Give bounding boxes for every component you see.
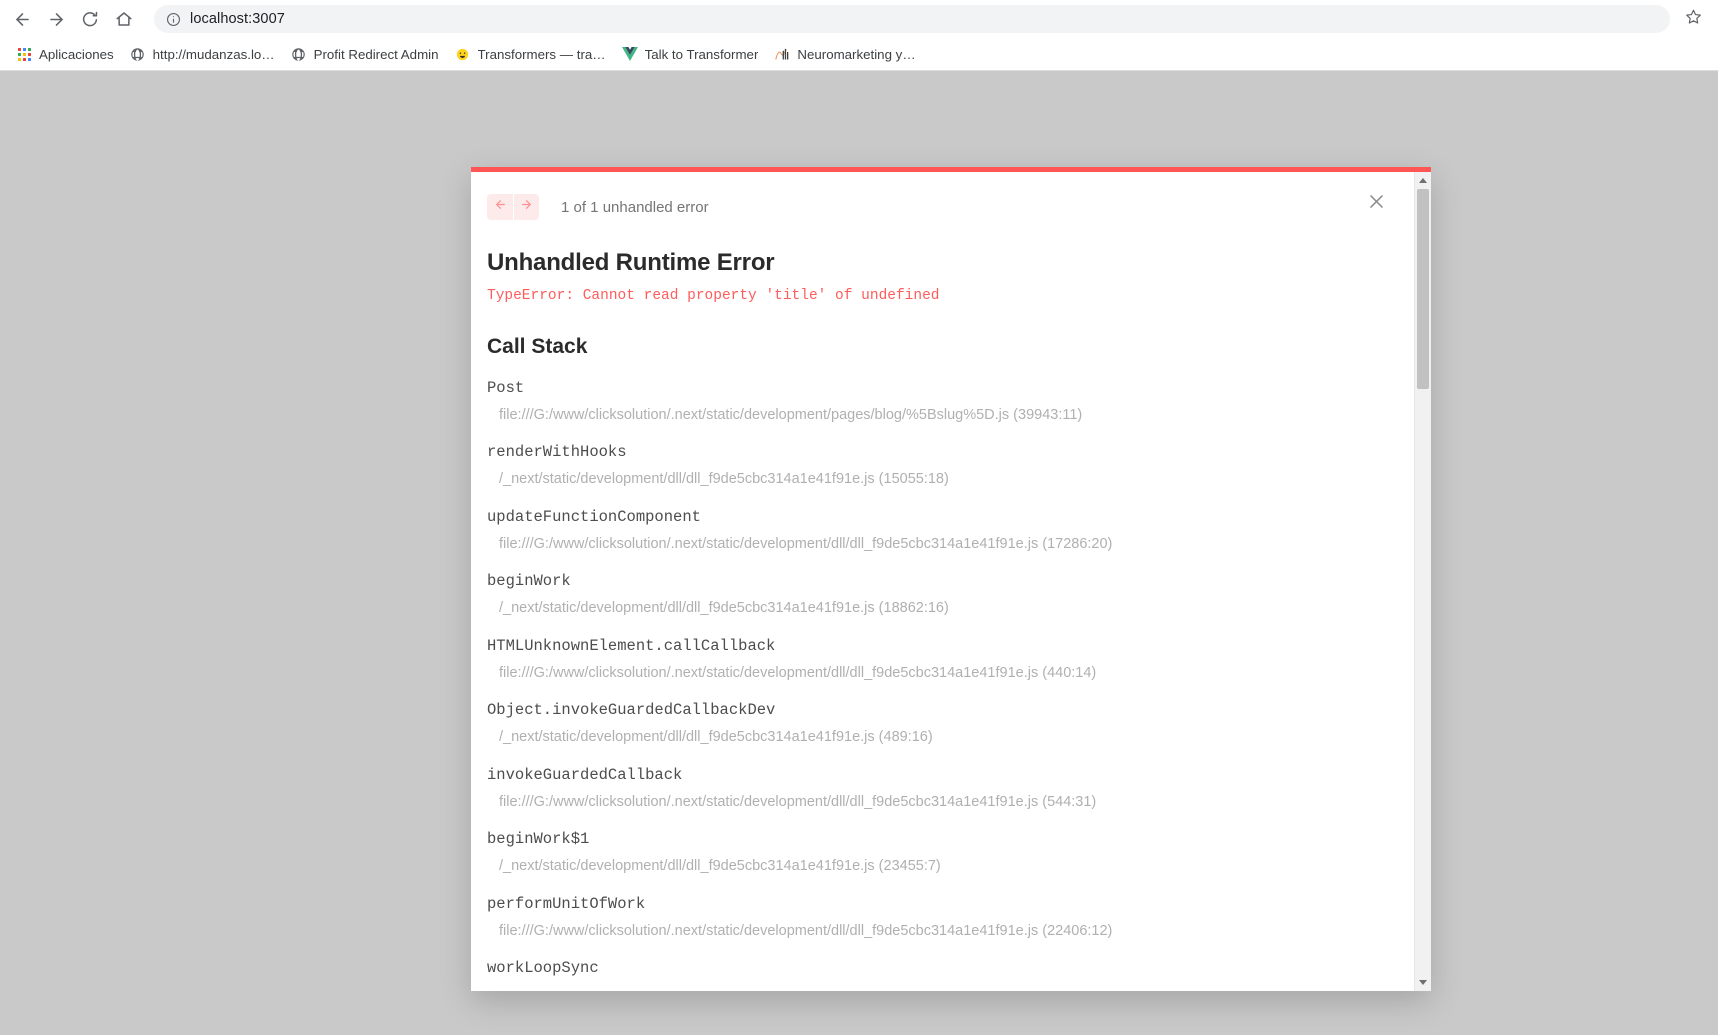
arrow-left-icon [13, 10, 32, 29]
error-title: Unhandled Runtime Error [487, 249, 775, 276]
call-stack-heading: Call Stack [487, 335, 588, 358]
scrollbar-thumb[interactable] [1417, 189, 1429, 389]
bookmark-talk-to-transformer[interactable]: Talk to Transformer [614, 42, 767, 66]
scrollbar-track[interactable] [1415, 189, 1431, 974]
stack-frame-location[interactable]: file:///G:/www/clicksolution/.next/stati… [487, 665, 1380, 682]
bookmark-label: http://mudanzas.lo… [152, 46, 275, 62]
stack-frame-function: renderWithHooks [487, 443, 627, 462]
stack-frame-function: updateFunctionComponent [487, 507, 701, 526]
bookmark-apps[interactable]: Aplicaciones [8, 42, 122, 66]
address-bar[interactable]: localhost:3007 [154, 5, 1670, 33]
stack-frame-function: invokeGuardedCallback [487, 765, 683, 784]
bookmark-label: Neuromarketing y… [797, 46, 916, 62]
arrow-left-icon [494, 198, 507, 216]
bookmark-label: Talk to Transformer [644, 46, 759, 62]
stack-frame[interactable]: workLoopSync [487, 960, 1380, 978]
error-message: TypeError: Cannot read property 'title' … [487, 288, 940, 304]
bookmark-neuromarketing[interactable]: Neuromarketing y… [766, 42, 923, 66]
stack-frame[interactable]: invokeGuardedCallback file:///G:/www/cli… [487, 765, 1380, 811]
stack-frame[interactable]: Object.invokeGuardedCallbackDev /_next/s… [487, 701, 1380, 746]
star-icon [1685, 8, 1702, 30]
error-nav-group [487, 194, 539, 220]
address-bar-text[interactable]: localhost:3007 [190, 11, 285, 27]
stack-frame-function: HTMLUnknownElement.callCallback [487, 636, 776, 655]
bookmark-star-button[interactable] [1678, 4, 1708, 34]
forward-button[interactable] [40, 3, 72, 35]
stack-frame[interactable]: updateFunctionComponent file:///G:/www/c… [487, 507, 1380, 553]
back-button[interactable] [6, 3, 38, 35]
scrollbar-up-button[interactable] [1415, 172, 1431, 189]
previous-error-button[interactable] [487, 194, 513, 220]
home-button[interactable] [108, 3, 140, 35]
stack-frame-function: workLoopSync [487, 959, 599, 978]
page-viewport: 1 of 1 unhandled error Unhandled Runtime… [0, 71, 1718, 1035]
stack-frame-function: beginWork [487, 572, 571, 591]
vue-icon [621, 46, 638, 62]
error-count-label: 1 of 1 unhandled error [561, 198, 709, 216]
triangle-down-icon [1419, 980, 1427, 985]
stack-frame-function: Object.invokeGuardedCallbackDev [487, 701, 776, 720]
globe-icon [291, 46, 307, 62]
scrollbar-down-button[interactable] [1415, 974, 1431, 991]
next-error-button[interactable] [513, 194, 539, 220]
stack-frame-location[interactable]: file:///G:/www/clicksolution/.next/stati… [487, 536, 1380, 553]
error-nav-bar: 1 of 1 unhandled error [487, 194, 1380, 220]
stack-frame[interactable]: renderWithHooks /_next/static/developmen… [487, 443, 1380, 488]
bookmark-label: Profit Redirect Admin [313, 46, 439, 62]
bookmarks-bar: Aplicaciones http://mudanzas.lo… Profit … [0, 38, 1718, 71]
browser-toolbar: localhost:3007 [0, 0, 1718, 38]
stack-frame[interactable]: beginWork$1 /_next/static/development/dl… [487, 830, 1380, 875]
chart-icon [774, 46, 790, 62]
arrow-right-icon [520, 198, 533, 216]
stack-frame[interactable]: performUnitOfWork file:///G:/www/clickso… [487, 894, 1380, 940]
hugging-face-icon [455, 46, 471, 62]
browser-chrome: localhost:3007 Aplicaciones http://mudan… [0, 0, 1718, 71]
stack-frame-location[interactable]: file:///G:/www/clicksolution/.next/stati… [487, 923, 1380, 940]
home-icon [115, 10, 133, 28]
bookmark-label: Aplicaciones [39, 46, 114, 62]
close-icon [1367, 192, 1386, 216]
reload-button[interactable] [74, 3, 106, 35]
close-button[interactable] [1362, 190, 1390, 218]
stack-frame[interactable]: beginWork /_next/static/development/dll/… [487, 572, 1380, 617]
stack-frame-function: Post [487, 379, 525, 397]
stack-frame-location[interactable]: file:///G:/www/clicksolution/.next/stati… [487, 407, 1380, 424]
reload-icon [81, 10, 99, 28]
stack-frame-location[interactable]: /_next/static/development/dll/dll_f9de5c… [487, 858, 1380, 875]
stack-frame[interactable]: HTMLUnknownElement.callCallback file:///… [487, 636, 1380, 682]
stack-frame[interactable]: Post file:///G:/www/clicksolution/.next/… [487, 379, 1380, 424]
stack-frame-location[interactable]: file:///G:/www/clicksolution/.next/stati… [487, 794, 1380, 811]
bookmark-label: Transformers — tra… [477, 46, 606, 62]
stack-frame-location[interactable]: /_next/static/development/dll/dll_f9de5c… [487, 729, 1380, 746]
bookmark-transformers[interactable]: Transformers — tra… [447, 42, 614, 66]
stack-frame-location[interactable]: /_next/static/development/dll/dll_f9de5c… [487, 600, 1380, 617]
bookmark-profit-redirect-admin[interactable]: Profit Redirect Admin [283, 42, 447, 66]
overlay-scrollbar[interactable] [1414, 172, 1431, 991]
call-stack-list: Post file:///G:/www/clicksolution/.next/… [487, 379, 1380, 978]
stack-frame-function: performUnitOfWork [487, 894, 646, 913]
globe-icon [130, 46, 146, 62]
info-circle-icon[interactable] [166, 12, 181, 27]
triangle-up-icon [1419, 178, 1427, 183]
bookmark-mudanzas[interactable]: http://mudanzas.lo… [122, 42, 283, 66]
unhandled-error-overlay: 1 of 1 unhandled error Unhandled Runtime… [471, 167, 1431, 991]
stack-frame-location[interactable]: /_next/static/development/dll/dll_f9de5c… [487, 471, 1380, 488]
stack-frame-function: beginWork$1 [487, 830, 590, 849]
arrow-right-icon [47, 10, 66, 29]
apps-grid-icon [16, 46, 32, 62]
error-overlay-scroll-region: 1 of 1 unhandled error Unhandled Runtime… [471, 172, 1414, 991]
